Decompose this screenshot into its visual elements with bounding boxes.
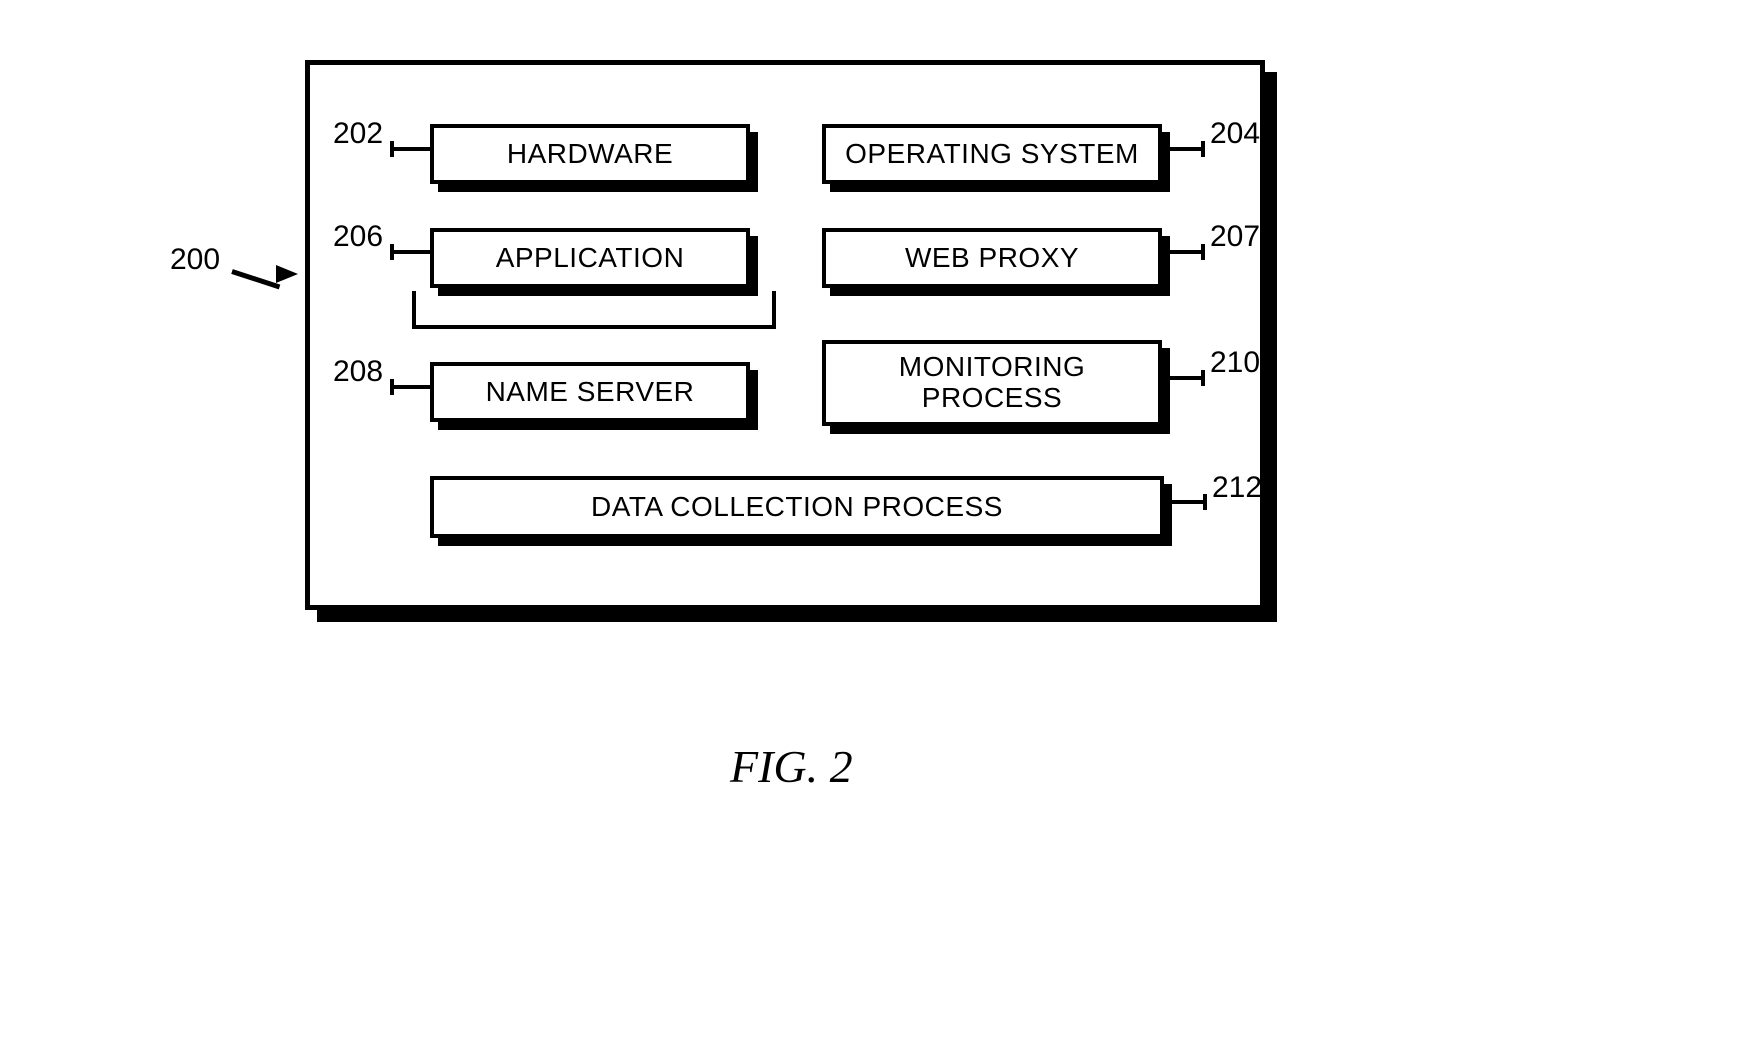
label-monitoring: MONITORING PROCESS [899, 352, 1085, 414]
box-datacollection: DATA COLLECTION PROCESS [430, 476, 1164, 538]
tick-212 [1167, 500, 1207, 504]
arrow-200 [232, 247, 302, 287]
label-hardware: HARDWARE [507, 139, 673, 170]
ref-207: 207 [1210, 220, 1260, 254]
tick-207 [1165, 250, 1205, 254]
ref-200: 200 [170, 243, 220, 277]
ref-204: 204 [1210, 117, 1260, 151]
ref-202: 202 [333, 117, 383, 151]
label-nameserver: NAME SERVER [486, 377, 695, 408]
ref-212: 212 [1212, 471, 1262, 505]
box-nameserver: NAME SERVER [430, 362, 750, 422]
tick-208 [390, 385, 430, 389]
box-webproxy: WEB PROXY [822, 228, 1162, 288]
box-application: APPLICATION [430, 228, 750, 288]
tick-204 [1165, 147, 1205, 151]
ref-206: 206 [333, 220, 383, 254]
tick-202 [390, 147, 430, 151]
label-webproxy: WEB PROXY [905, 243, 1079, 274]
figure-caption: FIG. 2 [730, 740, 853, 793]
label-os: OPERATING SYSTEM [845, 139, 1139, 170]
box-hardware: HARDWARE [430, 124, 750, 184]
figure-2-diagram: 200 202 HARDWARE OPERATING SYSTEM 204 20… [0, 0, 1748, 1044]
tick-210 [1165, 376, 1205, 380]
box-os: OPERATING SYSTEM [822, 124, 1162, 184]
ref-210: 210 [1210, 346, 1260, 380]
box-monitoring: MONITORING PROCESS [822, 340, 1162, 426]
tick-206 [390, 250, 430, 254]
ref-208: 208 [333, 355, 383, 389]
label-application: APPLICATION [496, 243, 685, 274]
bracket-application [412, 291, 776, 329]
label-datacollection: DATA COLLECTION PROCESS [591, 492, 1003, 523]
